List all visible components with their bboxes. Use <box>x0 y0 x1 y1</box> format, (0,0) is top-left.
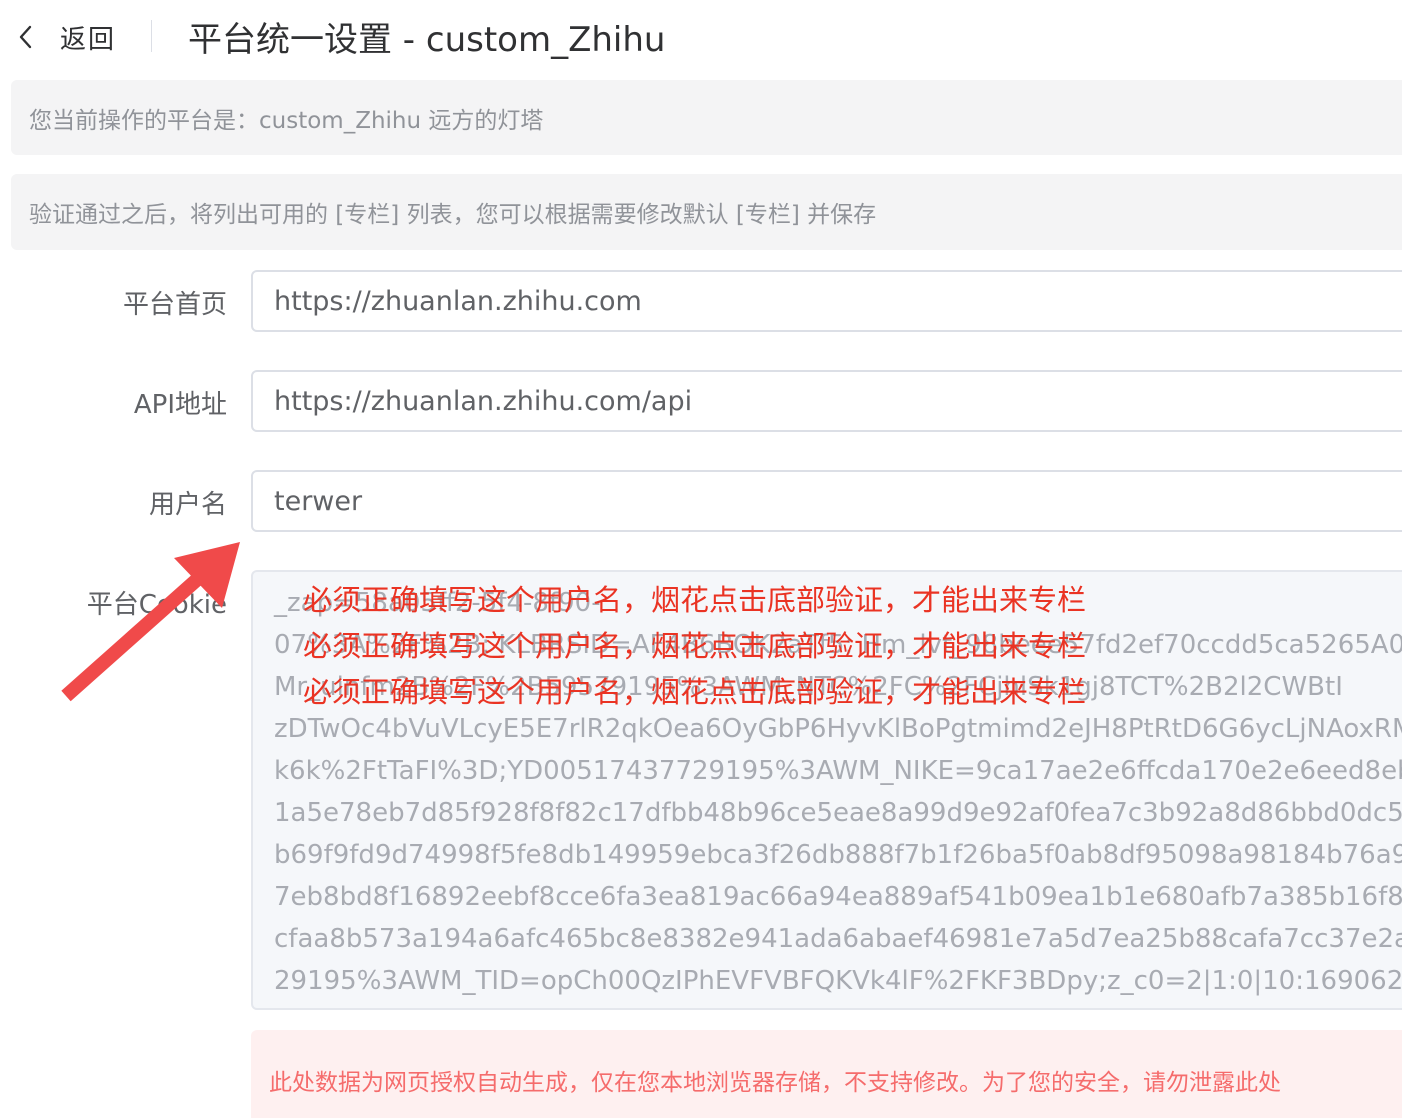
header-divider <box>151 20 152 52</box>
cookie-line: k6k%2FtTaFI%3D;YD00517437729195%3AWM_NIK… <box>274 756 1402 786</box>
api-label: API地址 <box>133 390 227 420</box>
back-label: 返回 <box>60 24 117 55</box>
chevron-left-icon <box>14 16 38 58</box>
annotation-text: 必须正确填写这个用户名，烟花点击底部验证，才能出来专栏 <box>303 675 1087 709</box>
annotation-arrow-icon <box>56 536 246 710</box>
homepage-label: 平台首页 <box>122 290 227 320</box>
cookie-warning-alert: 此处数据为网页授权自动生成，仅在您本地浏览器存储，不支持修改。为了您的安全，请勿… <box>251 1030 1402 1118</box>
username-label: 用户名 <box>148 490 227 520</box>
annotation-text: 必须正确填写这个用户名，烟花点击底部验证，才能出来专栏 <box>303 629 1087 663</box>
cookie-line: 7eb8bd8f16892eebf8cce6fa3ea819ac66a94ea8… <box>274 882 1402 912</box>
page-header: 返回 平台统一设置 - custom_Zhihu <box>0 0 1402 76</box>
cookie-line: 29195%3AWM_TID=opCh00QzIPhEVFVBFQKVk4lF%… <box>274 966 1402 996</box>
cookie-line: cfaa8b573a194a6afc465bc8e8382e941ada6aba… <box>274 924 1402 954</box>
homepage-input[interactable]: https://zhuanlan.zhihu.com <box>251 270 1402 332</box>
hint-notice: 验证通过之后，将列出可用的 [专栏] 列表，您可以根据需要修改默认 [专栏] 并… <box>11 174 1402 250</box>
platform-notice: 您当前操作的平台是：custom_Zhihu 远方的灯塔 <box>11 80 1402 155</box>
username-input[interactable]: terwer <box>251 470 1402 532</box>
page-title: 平台统一设置 - custom_Zhihu <box>188 20 666 60</box>
back-button[interactable]: 返回 <box>14 16 116 58</box>
platform-settings-page: 返回 平台统一设置 - custom_Zhihu 您当前操作的平台是：custo… <box>0 0 1402 1118</box>
cookie-line: b69f9fd9d74998f5fe8db149959ebca3f26db888… <box>274 840 1402 870</box>
annotation-text: 必须正确填写这个用户名，烟花点击底部验证，才能出来专栏 <box>303 583 1087 617</box>
cookie-line: 1a5e78eb7d85f928f8f82c17dfbb48b96ce5eae8… <box>274 798 1402 828</box>
api-url-input[interactable]: https://zhuanlan.zhihu.com/api <box>251 370 1402 432</box>
